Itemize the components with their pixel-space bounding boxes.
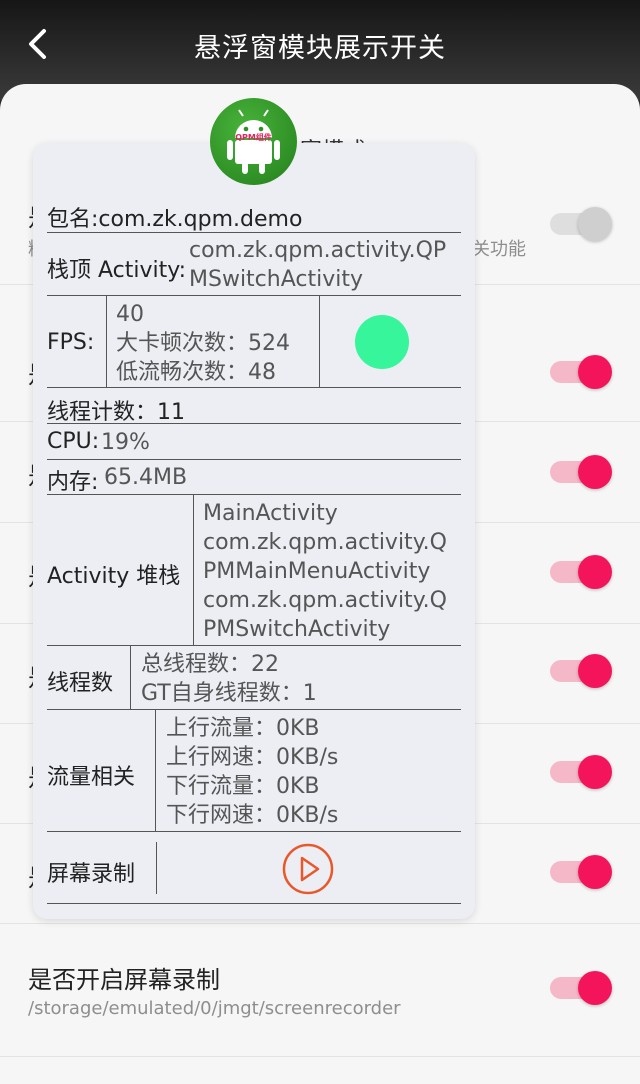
divider bbox=[319, 295, 320, 387]
divider bbox=[47, 494, 461, 495]
divider bbox=[155, 709, 156, 831]
threads-gt-self: GT自身线程数：1 bbox=[141, 681, 317, 706]
divider bbox=[130, 645, 131, 709]
play-circle-icon bbox=[282, 843, 334, 895]
fps-big-jank-count: 大卡顿次数：524 bbox=[116, 331, 290, 356]
fps-status-indicator bbox=[355, 315, 409, 369]
traffic-upload-total: 上行流量：0KB bbox=[166, 716, 320, 741]
divider bbox=[193, 494, 194, 645]
activity-stack-item: com.zk.qpm.activity.Q bbox=[203, 530, 447, 555]
screen-record-label: 屏幕录制 bbox=[47, 862, 136, 887]
traffic-label: 流量相关 bbox=[47, 765, 136, 790]
top-activity-value-cont: MSwitchActivity bbox=[189, 267, 363, 292]
setting-row-subtitle-tail: 关功能 bbox=[472, 239, 526, 260]
fps-value: 40 bbox=[116, 302, 144, 327]
divider bbox=[156, 842, 157, 894]
logo-label: QPM组件 bbox=[235, 133, 272, 142]
cpu-label: CPU: bbox=[47, 429, 100, 454]
activity-stack-label: Activity 堆栈 bbox=[47, 564, 181, 589]
divider bbox=[47, 232, 461, 233]
traffic-upload-speed: 上行网速：0KB/s bbox=[166, 745, 339, 770]
threads-total: 总线程数：22 bbox=[141, 652, 279, 677]
divider bbox=[47, 459, 461, 460]
memory-value: 65.4MB bbox=[104, 465, 188, 490]
setting-row-screen-record: 是否开启屏幕录制 /storage/emulated/0/jmgt/screen… bbox=[0, 924, 640, 1057]
top-activity-label: 栈顶 Activity: bbox=[47, 258, 187, 283]
toggle-switch-1[interactable] bbox=[550, 206, 612, 242]
memory-label: 内存: bbox=[47, 470, 99, 495]
fps-low-smooth-count: 低流畅次数：48 bbox=[116, 360, 276, 385]
toggle-switch-screen-record[interactable] bbox=[550, 970, 612, 1006]
divider bbox=[47, 645, 461, 646]
setting-row-title: 是否开启屏幕录制 bbox=[28, 966, 220, 994]
fps-label: FPS: bbox=[47, 330, 95, 355]
toggle-switch-2[interactable] bbox=[550, 354, 612, 390]
threads-label: 线程数 bbox=[47, 671, 114, 696]
activity-stack-item: PMMainMenuActivity bbox=[203, 559, 431, 584]
package-name: 包名:com.zk.qpm.demo bbox=[47, 207, 303, 232]
toggle-switch-7[interactable] bbox=[550, 854, 612, 890]
android-logo-icon[interactable]: QPM组件 bbox=[210, 98, 297, 185]
top-activity-value: com.zk.qpm.activity.QP bbox=[189, 238, 447, 263]
page-title: 悬浮窗模块展示开关 bbox=[194, 33, 446, 64]
divider bbox=[47, 903, 461, 904]
traffic-download-total: 下行流量：0KB bbox=[166, 774, 320, 799]
divider bbox=[106, 295, 107, 387]
activity-stack-item: PMSwitchActivity bbox=[203, 617, 391, 642]
screen-record-play-button[interactable] bbox=[282, 843, 334, 895]
divider bbox=[47, 295, 461, 296]
traffic-download-speed: 下行网速：0KB/s bbox=[166, 803, 339, 828]
cpu-value: 19% bbox=[101, 430, 150, 455]
activity-stack-item: com.zk.qpm.activity.Q bbox=[203, 588, 447, 613]
toggle-switch-3[interactable] bbox=[550, 454, 612, 490]
toggle-switch-4[interactable] bbox=[550, 554, 612, 590]
setting-row-subtitle: /storage/emulated/0/jmgt/screenrecorder bbox=[28, 998, 401, 1019]
activity-stack-item: MainActivity bbox=[203, 501, 338, 526]
divider bbox=[47, 709, 461, 710]
divider bbox=[47, 831, 461, 832]
divider bbox=[47, 423, 461, 424]
thread-count: 线程计数：11 bbox=[47, 400, 185, 425]
toggle-switch-5[interactable] bbox=[550, 653, 612, 689]
toggle-switch-6[interactable] bbox=[550, 754, 612, 790]
divider bbox=[47, 387, 461, 388]
